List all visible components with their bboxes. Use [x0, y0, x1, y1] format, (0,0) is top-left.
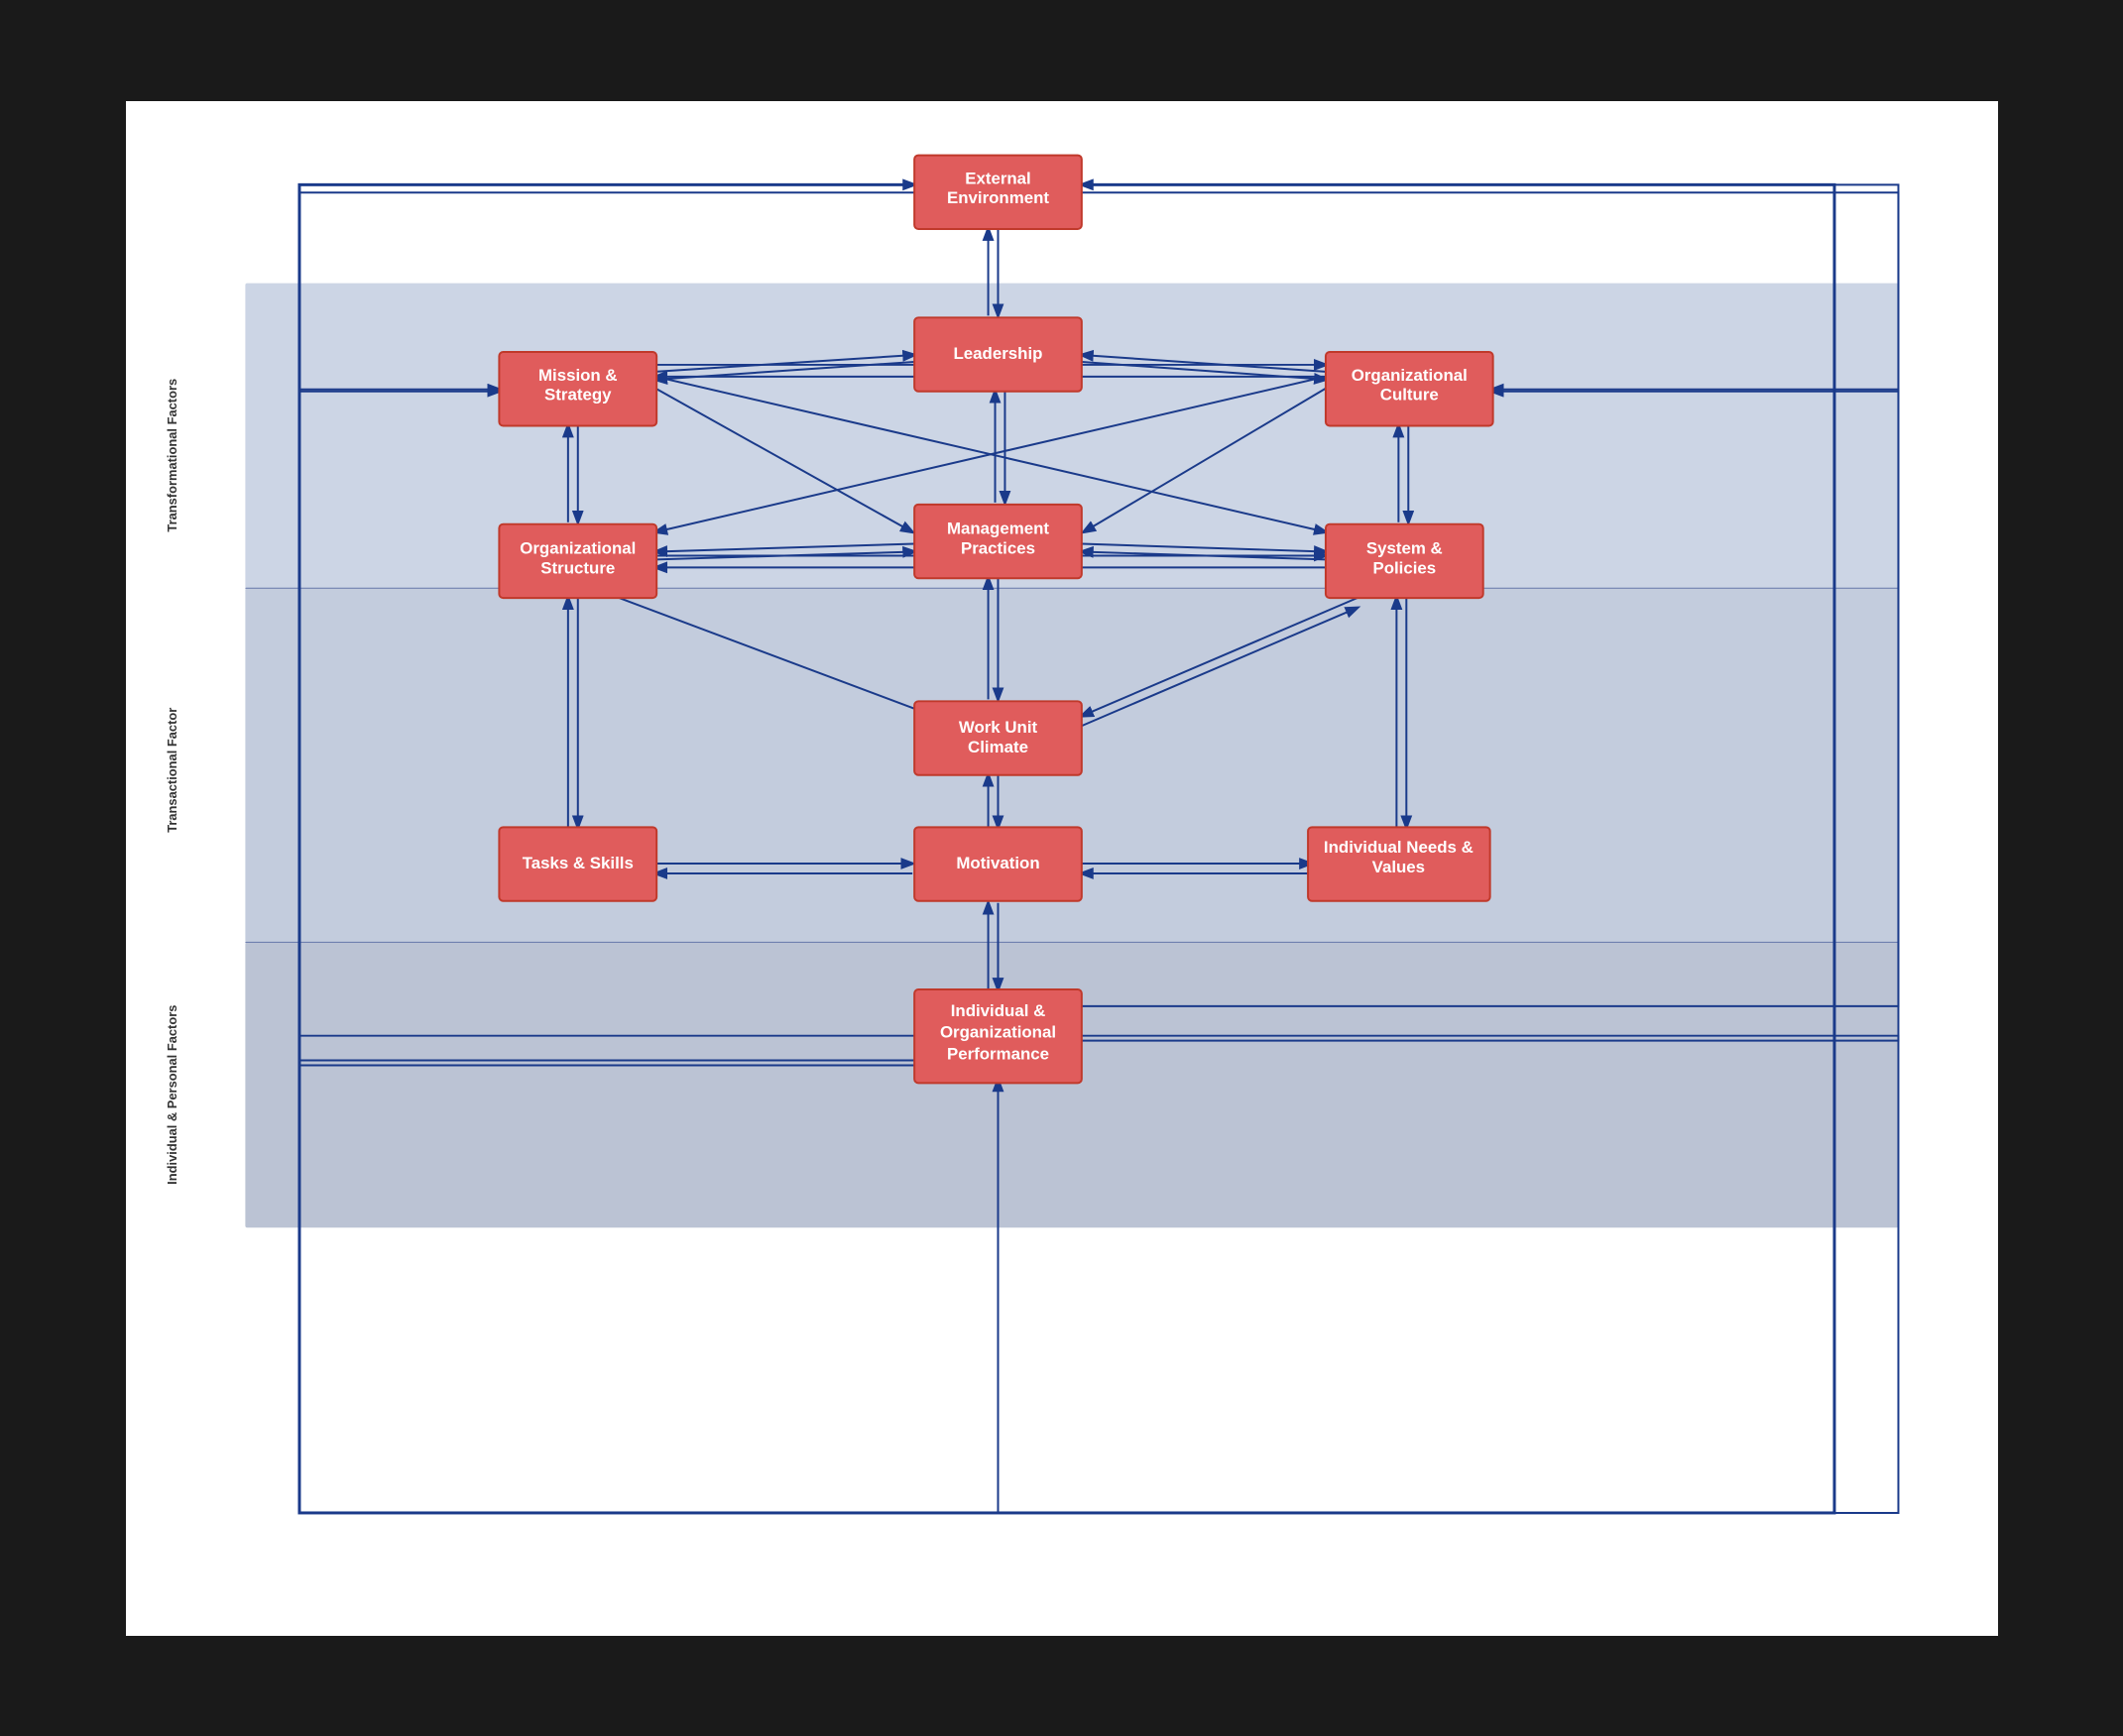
svg-text:Practices: Practices — [960, 538, 1034, 557]
svg-text:Management: Management — [946, 519, 1048, 537]
svg-text:Culture: Culture — [1379, 385, 1438, 404]
svg-text:Leadership: Leadership — [953, 343, 1042, 362]
svg-text:Organizational: Organizational — [1351, 365, 1467, 384]
svg-text:External: External — [965, 169, 1031, 187]
svg-text:Tasks & Skills: Tasks & Skills — [522, 854, 633, 872]
svg-text:Transformational Factors: Transformational Factors — [164, 378, 178, 531]
svg-text:System &: System & — [1365, 538, 1442, 557]
svg-text:Organizational: Organizational — [939, 1022, 1055, 1041]
svg-text:Structure: Structure — [540, 558, 615, 577]
svg-text:Climate: Climate — [968, 737, 1028, 755]
svg-text:Individual & Personal Factors: Individual & Personal Factors — [164, 1004, 178, 1184]
svg-text:Strategy: Strategy — [544, 385, 612, 404]
svg-text:Individual &: Individual & — [950, 1000, 1045, 1019]
svg-text:Motivation: Motivation — [956, 854, 1039, 872]
svg-text:Organizational: Organizational — [520, 538, 636, 557]
svg-text:Transactional Factor: Transactional Factor — [164, 707, 178, 832]
svg-text:Mission &: Mission & — [537, 365, 617, 384]
svg-text:Work Unit: Work Unit — [958, 718, 1037, 737]
diagram-container: Transformational Factors Transactional F… — [120, 95, 2004, 1642]
svg-text:Values: Values — [1371, 857, 1424, 875]
svg-text:Performance: Performance — [946, 1044, 1048, 1063]
svg-text:Policies: Policies — [1372, 558, 1436, 577]
svg-text:Individual Needs &: Individual Needs & — [1323, 838, 1473, 857]
svg-text:Environment: Environment — [946, 188, 1048, 207]
